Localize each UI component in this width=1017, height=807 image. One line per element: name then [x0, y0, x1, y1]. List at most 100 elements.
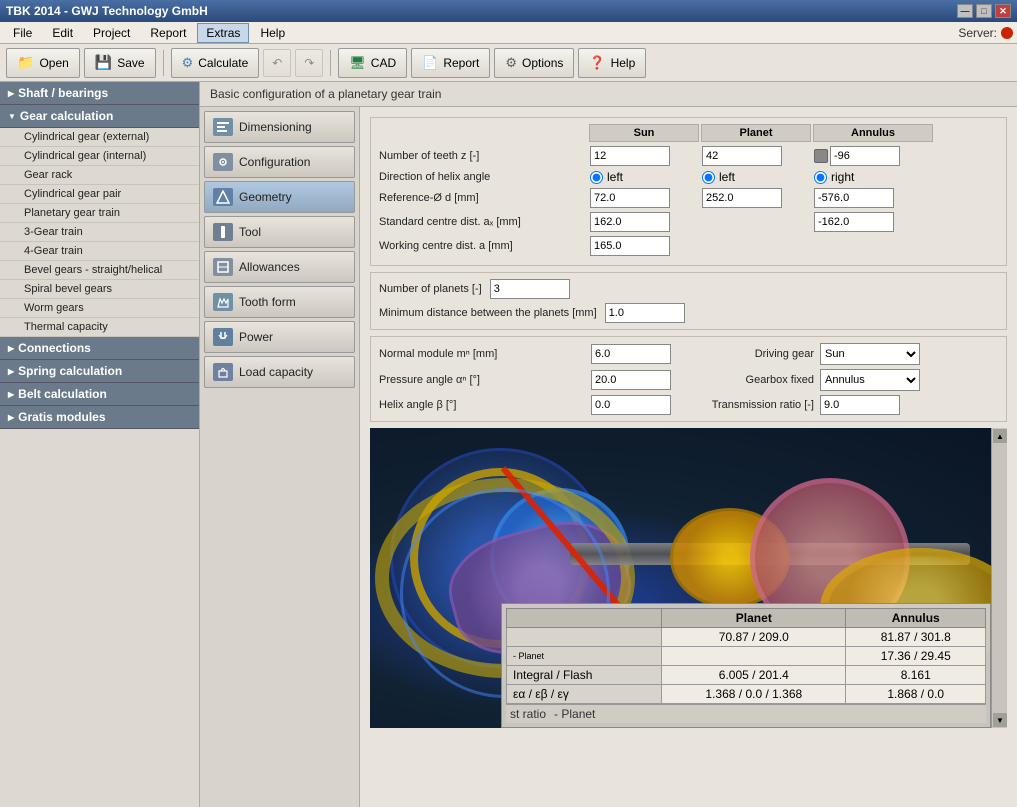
scrollbar-right[interactable]: ▲ ▼: [991, 428, 1007, 728]
col-annulus: Annulus: [813, 124, 933, 142]
helix-annulus-cell: right: [813, 169, 933, 185]
report-button[interactable]: 📄 Report: [411, 48, 490, 78]
menu-report[interactable]: Report: [141, 23, 195, 43]
nav-forward-button[interactable]: ↷: [295, 49, 323, 77]
menu-btn-geometry[interactable]: Geometry: [204, 181, 355, 213]
menu-help[interactable]: Help: [251, 23, 294, 43]
row1-label: [507, 628, 662, 647]
lock-icon: [814, 149, 828, 163]
sidebar-item-cyl-pair[interactable]: Cylindrical gear pair: [0, 185, 199, 204]
scroll-up-btn[interactable]: ▲: [993, 429, 1007, 443]
teeth-annulus-cell: [813, 145, 933, 167]
helix-annulus-right-radio[interactable]: [814, 171, 827, 184]
menu-btn-dimensioning[interactable]: Dimensioning: [204, 111, 355, 143]
helix-annulus-label: right: [831, 170, 854, 184]
std-sun-cell: [589, 211, 699, 233]
row3-label: Integral / Flash: [507, 666, 662, 685]
teeth-planet-input[interactable]: [702, 146, 782, 166]
sidebar-item-gear-rack[interactable]: Gear rack: [0, 166, 199, 185]
expand-icon: ▶: [8, 89, 14, 98]
helix-planet-left-radio[interactable]: [702, 171, 715, 184]
sidebar-item-cyl-int[interactable]: Cylindrical gear (internal): [0, 147, 199, 166]
menu-file[interactable]: File: [4, 23, 41, 43]
pressure-input[interactable]: [591, 370, 671, 390]
num-planets-input[interactable]: [490, 279, 570, 299]
footer-planet-label: - Planet: [554, 707, 595, 721]
sidebar-group-spring[interactable]: ▶ Spring calculation: [0, 360, 199, 383]
sidebar: ▶ Shaft / bearings ▼ Gear calculation Cy…: [0, 82, 200, 807]
sidebar-item-4gear[interactable]: 4-Gear train: [0, 242, 199, 261]
table-row-3: Integral / Flash 6.005 / 201.4 8.161: [507, 666, 986, 685]
close-button[interactable]: ✕: [995, 4, 1011, 18]
menu-edit[interactable]: Edit: [43, 23, 82, 43]
work-combined-cell: [589, 235, 933, 257]
nav-back-button[interactable]: ↶: [263, 49, 291, 77]
options-button[interactable]: ⚙ Options: [494, 48, 574, 78]
menu-btn-load-capacity[interactable]: Load capacity: [204, 356, 355, 388]
helix-sun-left-radio[interactable]: [590, 171, 603, 184]
transmission-input[interactable]: [820, 395, 900, 415]
save-button[interactable]: 💾 Save: [84, 48, 156, 78]
sidebar-item-thermal[interactable]: Thermal capacity: [0, 318, 199, 337]
help-button[interactable]: ❓ Help: [578, 48, 646, 78]
menu-extras[interactable]: Extras: [197, 23, 249, 43]
expand-icon: ▶: [8, 390, 14, 399]
sidebar-group-shaft[interactable]: ▶ Shaft / bearings: [0, 82, 199, 105]
teeth-sun-cell: [589, 145, 699, 167]
calculate-button[interactable]: ⚙ Calculate: [171, 48, 260, 78]
label-gearbox-fixed: Gearbox fixed: [705, 373, 816, 387]
sidebar-item-bevel[interactable]: Bevel gears - straight/helical: [0, 261, 199, 280]
geometry-section: Sun Planet Annulus Number of teeth z [-]: [370, 117, 1007, 266]
row2-annulus: 17.36 / 29.45: [846, 647, 986, 666]
menu-btn-tool[interactable]: Tool: [204, 216, 355, 248]
options-icon: ⚙: [505, 55, 517, 71]
ref-annulus-input[interactable]: [814, 188, 894, 208]
configuration-icon: [213, 153, 233, 171]
driving-gear-select[interactable]: Sun Planet Annulus: [820, 343, 920, 365]
sidebar-group-belt[interactable]: ▶ Belt calculation: [0, 383, 199, 406]
report-icon: 📄: [422, 55, 438, 71]
power-icon: [213, 328, 233, 346]
label-driving-gear: Driving gear: [705, 347, 816, 361]
sidebar-item-spiral[interactable]: Spiral bevel gears: [0, 280, 199, 299]
sidebar-item-3gear[interactable]: 3-Gear train: [0, 223, 199, 242]
sidebar-group-connections[interactable]: ▶ Connections: [0, 337, 199, 360]
sidebar-group-gratis[interactable]: ▶ Gratis modules: [0, 406, 199, 429]
menu-btn-power[interactable]: Power: [204, 321, 355, 353]
sidebar-item-cyl-ext[interactable]: Cylindrical gear (external): [0, 128, 199, 147]
menu-btn-allowances[interactable]: Allowances: [204, 251, 355, 283]
open-button[interactable]: 📁 Open: [6, 48, 80, 78]
ref-sun-input[interactable]: [590, 188, 670, 208]
row4-label: εα / εβ / εγ: [507, 685, 662, 704]
menu-project[interactable]: Project: [84, 23, 139, 43]
cad-button[interactable]: 🖥 CAD: [338, 48, 407, 78]
helix-input[interactable]: [591, 395, 671, 415]
module-input[interactable]: [591, 344, 671, 364]
teeth-sun-input[interactable]: [590, 146, 670, 166]
teeth-annulus-input[interactable]: [830, 146, 900, 166]
sidebar-item-planetary[interactable]: Planetary gear train: [0, 204, 199, 223]
config-title: Basic configuration of a planetary gear …: [200, 82, 1017, 107]
work-centre-input[interactable]: [590, 236, 670, 256]
maximize-button[interactable]: □: [976, 4, 992, 18]
min-dist-input[interactable]: [605, 303, 685, 323]
titlebar-controls: — □ ✕: [957, 4, 1011, 18]
menu-btn-tooth-form[interactable]: Tooth form: [204, 286, 355, 318]
menu-btn-configuration[interactable]: Configuration: [204, 146, 355, 178]
ref-planet-input[interactable]: [702, 188, 782, 208]
std-annulus-input[interactable]: [814, 212, 894, 232]
sidebar-group-gear[interactable]: ▼ Gear calculation: [0, 105, 199, 128]
table-row-2: - Planet 17.36 / 29.45: [507, 647, 986, 666]
std-sun-input[interactable]: [590, 212, 670, 232]
std-annulus-cell: [813, 211, 933, 233]
label-helix-dir: Direction of helix angle: [377, 170, 587, 184]
save-icon: 💾: [95, 54, 112, 71]
helix-sun-cell: left: [589, 169, 699, 185]
gearbox-fixed-select[interactable]: Annulus Sun Planet: [820, 369, 920, 391]
sidebar-item-worm[interactable]: Worm gears: [0, 299, 199, 318]
label-transmission: Transmission ratio [-]: [705, 398, 816, 412]
label-num-planets: Number of planets [-]: [377, 282, 484, 296]
allowances-icon: [213, 258, 233, 276]
scroll-down-btn[interactable]: ▼: [993, 713, 1007, 727]
minimize-button[interactable]: —: [957, 4, 973, 18]
